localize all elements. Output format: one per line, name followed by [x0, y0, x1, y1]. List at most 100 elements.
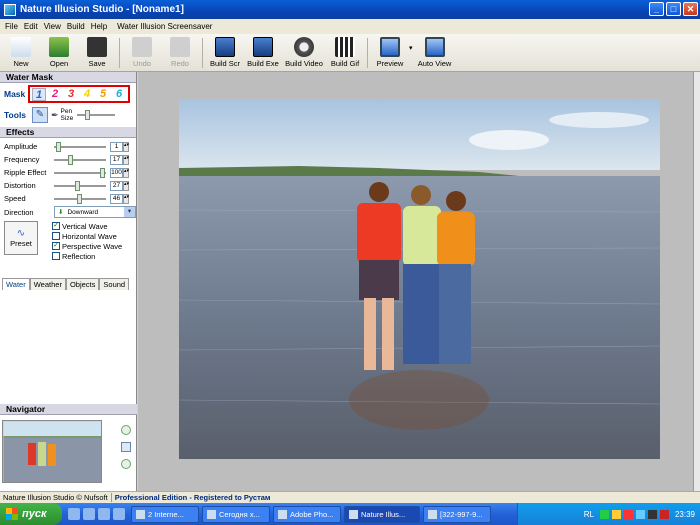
mask-1-button[interactable]: 1 — [32, 87, 46, 101]
redo-button[interactable]: Redo — [161, 34, 199, 68]
checkbox-box[interactable]: ✓ — [52, 242, 60, 250]
mask-6-button[interactable]: 6 — [112, 88, 126, 101]
effect-slider[interactable] — [54, 167, 106, 178]
effect-slider[interactable] — [54, 180, 106, 191]
effect-spinner[interactable]: ▴▾ — [123, 193, 129, 204]
menu-build[interactable]: Build — [64, 22, 88, 31]
effect-slider-thumb[interactable] — [77, 193, 82, 204]
tray-icon[interactable] — [599, 509, 609, 519]
build-video-icon — [294, 37, 314, 57]
taskbar-item[interactable]: Adobe Pho... — [273, 505, 341, 523]
pen-size-slider[interactable] — [77, 110, 116, 120]
pen-size-slider-thumb[interactable] — [85, 110, 91, 120]
clock[interactable]: 23:39 — [675, 510, 695, 519]
taskbar-item[interactable]: [322-997-9... — [423, 505, 491, 523]
effect-checkbox[interactable]: Reflection — [52, 251, 122, 261]
zoom-out-icon[interactable] — [121, 459, 131, 469]
tray-icon[interactable] — [611, 509, 621, 519]
new-button[interactable]: New — [2, 34, 40, 68]
app-icon — [207, 509, 216, 519]
minimize-button[interactable]: _ — [649, 2, 664, 16]
checkbox-box[interactable]: ✓ — [52, 222, 60, 230]
navigator-thumbnail[interactable] — [2, 420, 102, 483]
build-exe-button[interactable]: Build Exe — [244, 34, 282, 68]
start-button[interactable]: пуск — [0, 503, 62, 525]
undo-button[interactable]: Undo — [123, 34, 161, 68]
effect-value-field[interactable]: 1 — [110, 141, 123, 152]
chevron-down-icon[interactable]: ▾ — [124, 207, 135, 217]
window-title: Nature Illusion Studio - [Noname1] — [20, 4, 184, 15]
menu-file[interactable]: File — [2, 22, 21, 31]
close-button[interactable]: ✕ — [683, 2, 698, 16]
vertical-scrollbar[interactable] — [693, 72, 700, 491]
fit-view-icon[interactable] — [121, 442, 131, 452]
effect-value-field[interactable]: 100 — [110, 167, 123, 178]
tray-icon[interactable] — [659, 509, 669, 519]
build-video-button[interactable]: Build Video — [282, 34, 326, 68]
effect-spinner[interactable]: ▴▾ — [123, 154, 129, 165]
effect-slider[interactable] — [54, 141, 106, 152]
mask-5-button[interactable]: 5 — [96, 88, 110, 101]
effect-spinner[interactable]: ▴▾ — [123, 141, 129, 152]
mask-4-button[interactable]: 4 — [80, 88, 94, 101]
effect-value-field[interactable]: 46 — [110, 193, 123, 204]
app-icon — [428, 509, 437, 519]
tray-icon[interactable] — [635, 509, 645, 519]
effect-slider-thumb[interactable] — [68, 154, 73, 165]
tab-weather[interactable]: Weather — [29, 278, 66, 290]
tab-objects[interactable]: Objects — [65, 278, 100, 290]
menu-edit[interactable]: Edit — [21, 22, 41, 31]
effect-slider-thumb[interactable] — [100, 167, 105, 178]
app-icon — [349, 509, 358, 519]
language-indicator[interactable]: RL — [584, 510, 594, 519]
direction-select[interactable]: ⬇ Downward ▾ — [54, 206, 136, 218]
effect-checkbox[interactable]: Horizontal Wave — [52, 231, 122, 241]
effect-checkbox[interactable]: ✓ Vertical Wave — [52, 221, 122, 231]
effect-slider-thumb[interactable] — [56, 141, 61, 152]
menu-water-illusion[interactable]: Water Illusion Screensaver — [114, 22, 215, 31]
mask-row: Mask 1 2 3 4 5 6 — [0, 83, 136, 105]
tab-sound[interactable]: Sound — [99, 278, 130, 290]
effect-slider-thumb[interactable] — [75, 180, 80, 191]
pen-icon: ✒ — [51, 109, 59, 120]
status-registration: Professional Edition - Registered to Рус… — [114, 493, 271, 502]
quick-launch-icon[interactable] — [113, 508, 125, 520]
effect-slider[interactable] — [54, 193, 106, 204]
tray-icon[interactable] — [647, 509, 657, 519]
system-tray: RL 23:39 — [517, 503, 700, 525]
checkbox-box[interactable] — [52, 252, 60, 260]
auto-view-button[interactable]: Auto View — [413, 34, 457, 68]
save-button[interactable]: Save — [78, 34, 116, 68]
checkbox-box[interactable] — [52, 232, 60, 240]
preset-button[interactable]: ∿ Preset — [4, 221, 38, 255]
navigator-heading: Navigator — [0, 404, 137, 415]
tab-water[interactable]: Water — [2, 278, 30, 290]
brush-tool-button[interactable]: ✎ — [32, 107, 48, 123]
zoom-in-icon[interactable] — [121, 425, 131, 435]
effect-value-field[interactable]: 17 — [110, 154, 123, 165]
effect-spinner[interactable]: ▴▾ — [123, 167, 129, 178]
taskbar-item[interactable]: 2 Interne... — [131, 505, 199, 523]
preview-button[interactable]: Preview — [371, 34, 409, 68]
save-icon — [87, 37, 107, 57]
taskbar-item[interactable]: Сегодня х... — [202, 505, 270, 523]
menu-help[interactable]: Help — [88, 22, 110, 31]
canvas-photo[interactable] — [179, 100, 660, 459]
effect-value-field[interactable]: 27 — [110, 180, 123, 191]
open-button[interactable]: Open — [40, 34, 78, 68]
menu-view[interactable]: View — [41, 22, 64, 31]
build-gif-button[interactable]: Build Gif — [326, 34, 364, 68]
build-scr-button[interactable]: Build Scr — [206, 34, 244, 68]
effect-spinner[interactable]: ▴▾ — [123, 180, 129, 191]
maximize-button[interactable]: □ — [666, 2, 681, 16]
quick-launch-icon[interactable] — [98, 508, 110, 520]
quick-launch-icon[interactable] — [68, 508, 80, 520]
taskbar-item[interactable]: Nature Illus... — [344, 505, 420, 523]
quick-launch-icon[interactable] — [83, 508, 95, 520]
mask-2-button[interactable]: 2 — [48, 88, 62, 101]
mask-3-button[interactable]: 3 — [64, 88, 78, 101]
effect-checkbox[interactable]: ✓ Perspective Wave — [52, 241, 122, 251]
tray-icon[interactable] — [623, 509, 633, 519]
app-icon — [4, 3, 16, 16]
effect-slider[interactable] — [54, 154, 106, 165]
